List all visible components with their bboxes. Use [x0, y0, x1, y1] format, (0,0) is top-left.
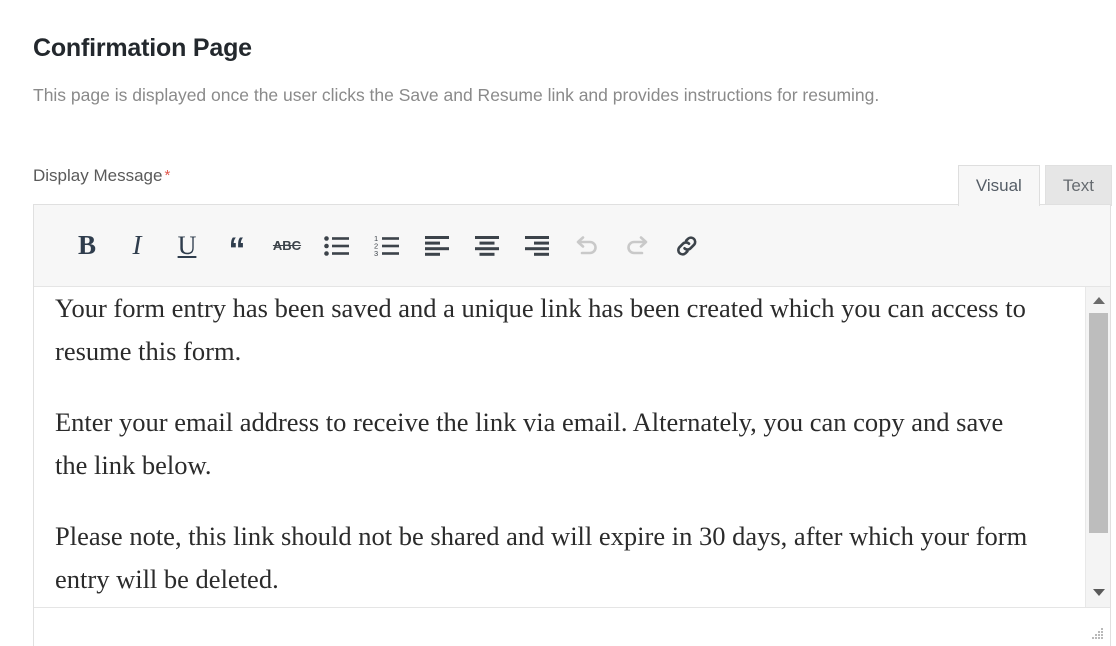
align-center-icon	[474, 235, 500, 257]
quote-icon: “	[228, 231, 246, 270]
scroll-down-button[interactable]	[1086, 581, 1110, 603]
underline-icon: U	[177, 230, 197, 260]
insert-link-button[interactable]	[662, 221, 712, 271]
display-message-label-text: Display Message	[33, 166, 163, 185]
editor-toolbar: B I U “ ABC 1 2 3	[34, 205, 1110, 287]
numbered-list-icon: 1 2 3	[374, 235, 400, 257]
undo-button[interactable]	[562, 221, 612, 271]
redo-icon	[623, 234, 651, 258]
editor-content-area[interactable]: Your form entry has been saved and a uni…	[34, 287, 1110, 607]
editor-scrollbar[interactable]	[1085, 287, 1110, 607]
rich-text-editor: B I U “ ABC 1 2 3 Your form entry has be…	[33, 204, 1111, 646]
editor-paragraph: Your form entry has been saved and a uni…	[55, 293, 1026, 366]
display-message-label: Display Message *	[33, 166, 170, 186]
editor-paragraph: Please note, this link should not be sha…	[55, 521, 1028, 594]
strikethrough-icon: ABC	[272, 238, 302, 253]
strikethrough-button[interactable]: ABC	[262, 221, 312, 271]
confirmation-page-settings: Confirmation Page This page is displayed…	[0, 0, 1116, 646]
numbered-list-button[interactable]: 1 2 3	[362, 221, 412, 271]
italic-icon: I	[132, 230, 142, 260]
align-left-button[interactable]	[412, 221, 462, 271]
italic-button[interactable]: I	[112, 221, 162, 271]
bulleted-list-icon	[324, 235, 350, 257]
tab-text-label: Text	[1062, 176, 1094, 195]
editor-status-bar	[34, 607, 1110, 646]
bold-button[interactable]: B	[62, 221, 112, 271]
tab-visual-label: Visual	[975, 176, 1022, 195]
align-right-icon	[524, 235, 550, 257]
redo-button[interactable]	[612, 221, 662, 271]
align-right-button[interactable]	[512, 221, 562, 271]
link-icon	[674, 234, 700, 258]
blockquote-button[interactable]: “	[212, 221, 262, 271]
scrollbar-thumb[interactable]	[1089, 313, 1108, 533]
tab-visual[interactable]: Visual	[957, 165, 1040, 206]
undo-icon	[573, 234, 601, 258]
page-title: Confirmation Page	[33, 33, 252, 62]
required-asterisk: *	[164, 167, 171, 184]
resize-handle[interactable]	[1090, 627, 1104, 641]
align-left-icon	[424, 235, 450, 257]
scroll-up-button[interactable]	[1086, 289, 1110, 311]
bold-icon: B	[77, 230, 96, 260]
tab-text[interactable]: Text	[1044, 165, 1112, 206]
underline-button[interactable]: U	[162, 221, 212, 271]
page-description: This page is displayed once the user cli…	[33, 84, 880, 105]
editor-text[interactable]: Your form entry has been saved and a uni…	[55, 287, 1040, 607]
align-center-button[interactable]	[462, 221, 512, 271]
editor-paragraph: Enter your email address to receive the …	[55, 407, 1004, 480]
editor-mode-tabs: Visual Text	[957, 163, 1112, 206]
chevron-up-icon	[1092, 296, 1105, 304]
chevron-down-icon	[1092, 588, 1105, 596]
bulleted-list-button[interactable]	[312, 221, 362, 271]
svg-text:3: 3	[374, 249, 378, 257]
